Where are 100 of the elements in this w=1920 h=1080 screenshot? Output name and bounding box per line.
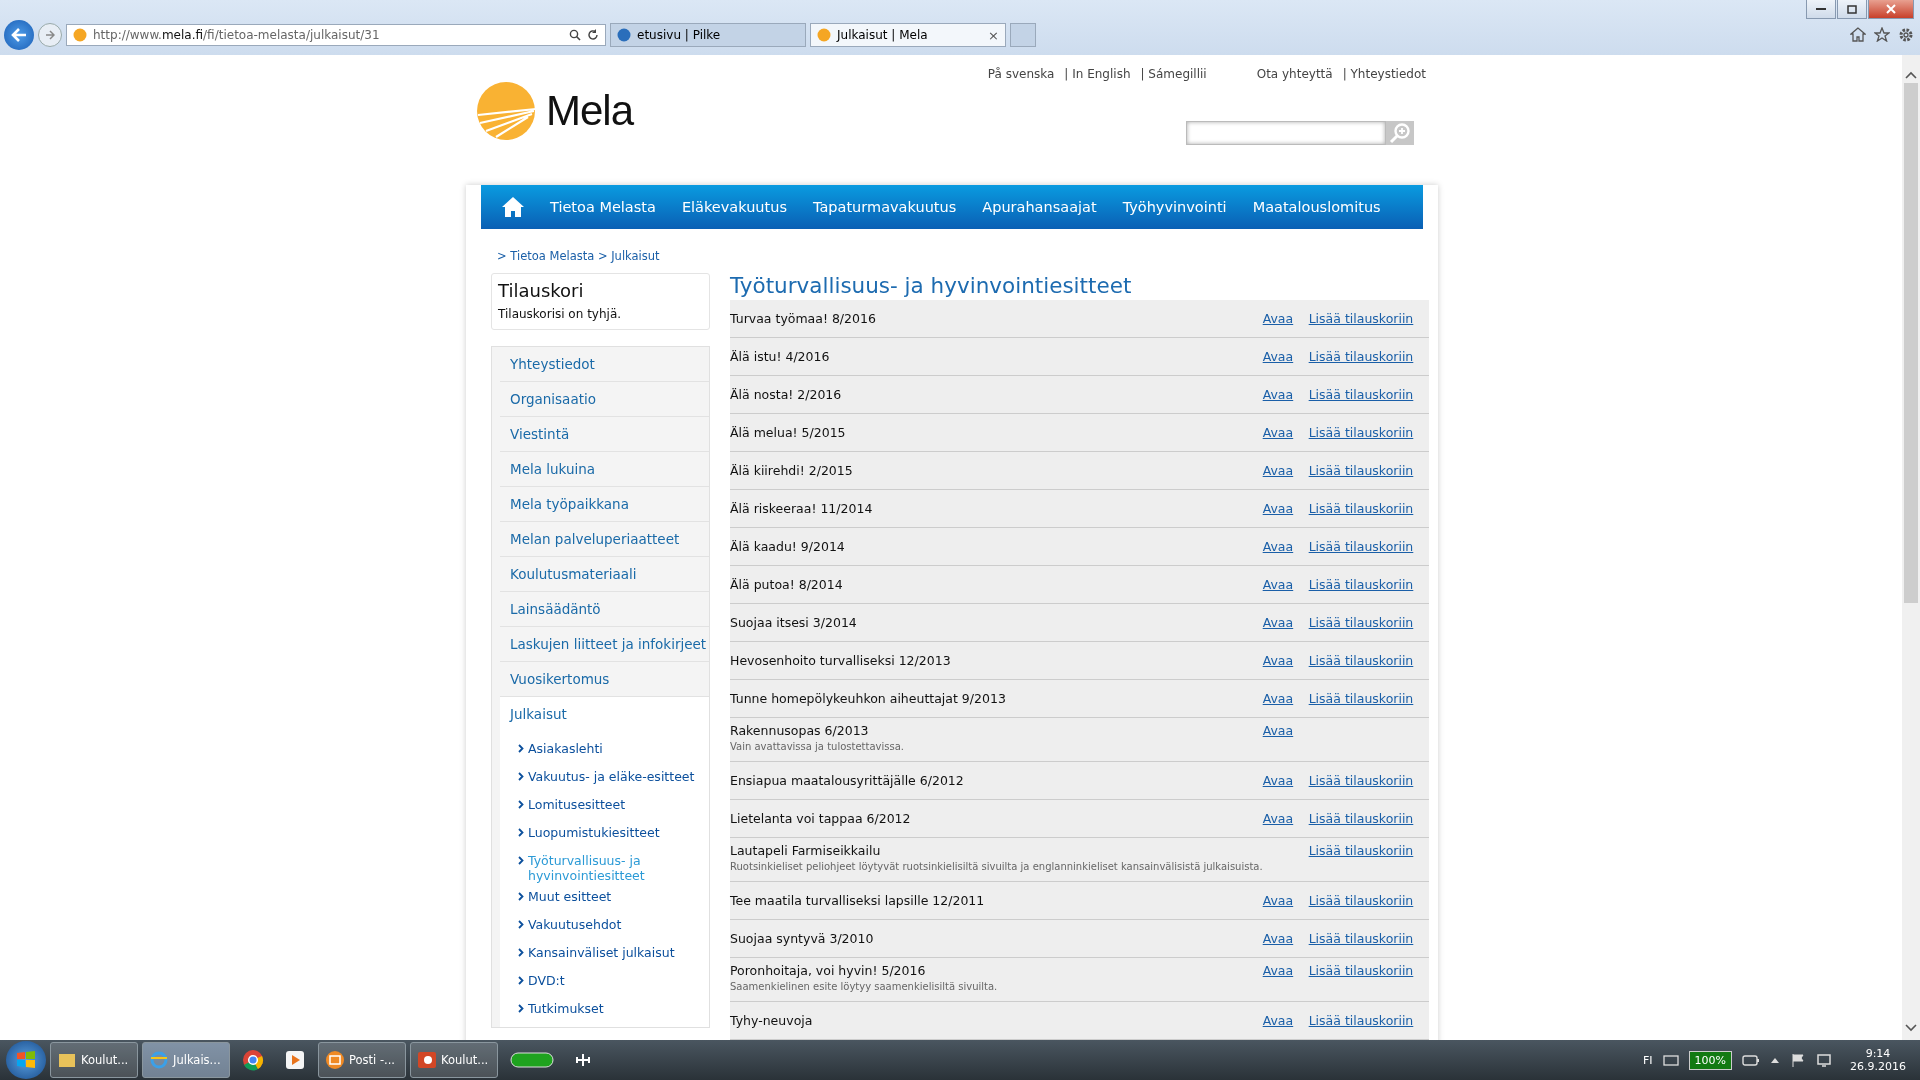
publication-title: Ensiapua maatalousyrittäjälle 6/2012 xyxy=(730,773,965,788)
refresh-icon[interactable] xyxy=(587,29,599,41)
add-to-cart-link[interactable]: Lisää tilauskoriin xyxy=(1308,577,1414,592)
open-link[interactable]: Avaa xyxy=(1262,387,1294,402)
breadcrumb[interactable]: > Tietoa Melasta > Julkaisut xyxy=(497,249,1423,263)
add-to-cart-link[interactable]: Lisää tilauskoriin xyxy=(1308,811,1414,826)
open-link[interactable]: Avaa xyxy=(1262,963,1294,978)
taskbar-button[interactable]: Koulut... xyxy=(410,1042,498,1078)
open-link[interactable]: Avaa xyxy=(1262,539,1294,554)
open-link[interactable]: Avaa xyxy=(1262,893,1294,908)
battery-icon[interactable] xyxy=(1742,1053,1760,1067)
add-to-cart-link[interactable]: Lisää tilauskoriin xyxy=(1308,387,1414,402)
open-link[interactable]: Avaa xyxy=(1262,653,1294,668)
open-link[interactable]: Avaa xyxy=(1262,577,1294,592)
publication-title: Älä istu! 4/2016 xyxy=(730,349,831,364)
close-button[interactable] xyxy=(1868,0,1914,19)
clock-date[interactable]: 26.9.2016 xyxy=(1850,1060,1906,1073)
logo[interactable]: Mela xyxy=(476,80,634,142)
monitor-icon[interactable] xyxy=(1816,1052,1832,1068)
add-to-cart-link[interactable]: Lisää tilauskoriin xyxy=(1308,653,1414,668)
search-icon[interactable] xyxy=(569,29,581,41)
publication-title: Turvaa työmaa! 8/2016 xyxy=(730,311,877,326)
open-link[interactable]: Avaa xyxy=(1262,501,1294,516)
browser-tab[interactable]: Julkaisut | Mela × xyxy=(810,23,1006,47)
contact-link[interactable]: Ota yhteyttä xyxy=(1256,67,1333,81)
home-icon[interactable] xyxy=(1850,27,1866,42)
taskbar-button[interactable]: Posti -... xyxy=(318,1042,406,1078)
search-field[interactable] xyxy=(1186,121,1386,145)
scroll-down-icon[interactable] xyxy=(1905,1024,1917,1032)
add-to-cart-link[interactable]: Lisää tilauskoriin xyxy=(1308,311,1414,326)
start-button[interactable] xyxy=(6,1041,46,1079)
add-to-cart-link[interactable]: Lisää tilauskoriin xyxy=(1308,349,1414,364)
open-link[interactable]: Avaa xyxy=(1262,463,1294,478)
sidebar-subitem[interactable]: Lomitusesitteet xyxy=(518,791,709,819)
sidebar-subitem[interactable]: Vakuutus- ja eläke-esitteet xyxy=(518,763,709,791)
open-link[interactable]: Avaa xyxy=(1262,723,1294,738)
minimize-button[interactable] xyxy=(1806,0,1836,19)
address-bar[interactable]: http://www.mela.fi/fi/tietoa-melasta/julkaisut/31 xyxy=(66,24,606,46)
clock-time[interactable]: 9:14 xyxy=(1865,1047,1891,1060)
windows-logo-icon xyxy=(15,1049,37,1071)
restore-button[interactable] xyxy=(1837,0,1867,19)
taskbar-button[interactable]: Koulut... xyxy=(50,1042,138,1078)
scroll-up-icon[interactable] xyxy=(1905,71,1917,79)
add-to-cart-link[interactable]: Lisää tilauskoriin xyxy=(1308,615,1414,630)
flag-icon[interactable] xyxy=(1790,1052,1806,1068)
add-to-cart-link[interactable]: Lisää tilauskoriin xyxy=(1308,893,1414,908)
open-link[interactable]: Avaa xyxy=(1262,773,1294,788)
add-to-cart-link[interactable]: Lisää tilauskoriin xyxy=(1308,931,1414,946)
open-link[interactable]: Avaa xyxy=(1262,811,1294,826)
add-to-cart-link[interactable]: Lisää tilauskoriin xyxy=(1308,463,1414,478)
browser-tab[interactable]: etusivu | Pilke xyxy=(610,23,806,47)
add-to-cart-link[interactable]: Lisää tilauskoriin xyxy=(1308,773,1414,788)
publication-title: Älä putoa! 8/2014 xyxy=(730,577,844,592)
star-icon[interactable] xyxy=(1874,27,1890,42)
chevron-icon xyxy=(518,920,524,929)
publication-note: Saamenkielinen esite löytyy saamenkielisiltä sivuilta. xyxy=(730,981,999,992)
nav-item[interactable]: Tietoa Melasta xyxy=(537,199,669,215)
contact-link[interactable]: | Yhteystiedot xyxy=(1342,67,1426,81)
add-to-cart-link[interactable]: Lisää tilauskoriin xyxy=(1308,425,1414,440)
nav-item[interactable]: Maatalouslomitus xyxy=(1239,199,1394,215)
close-tab-button[interactable]: × xyxy=(988,27,999,43)
battery-indicator[interactable]: 100% xyxy=(1688,1050,1732,1070)
taskbar-button[interactable]: Julkais... xyxy=(142,1042,230,1078)
settings-icon[interactable] xyxy=(1898,27,1914,43)
sidebar-subitem[interactable]: Luopumistukiesitteet xyxy=(518,819,709,847)
open-link[interactable]: Avaa xyxy=(1262,311,1294,326)
open-link[interactable]: Avaa xyxy=(1262,931,1294,946)
sidebar-subitem[interactable]: Tutkimukset xyxy=(518,995,709,1023)
add-to-cart-link[interactable]: Lisää tilauskoriin xyxy=(1308,963,1414,978)
sidebar-subitem[interactable]: Kansainväliset julkaisut xyxy=(518,939,709,967)
sidebar-subitem[interactable]: Vakuutusehdot xyxy=(518,911,709,939)
close-icon xyxy=(1886,4,1896,14)
add-to-cart-link[interactable]: Lisää tilauskoriin xyxy=(1308,691,1414,706)
add-to-cart-link[interactable]: Lisää tilauskoriin xyxy=(1308,1013,1414,1028)
nav-item[interactable]: Tapaturmavakuutus xyxy=(800,199,970,215)
add-to-cart-link[interactable]: Lisää tilauskoriin xyxy=(1308,501,1414,516)
caret-icon[interactable] xyxy=(1770,1056,1780,1064)
language-link[interactable]: | In English xyxy=(1064,67,1131,81)
language-link[interactable]: | Sámegillii xyxy=(1140,67,1207,81)
publication-title: Poronhoitaja, voi hyvin! 5/2016 xyxy=(730,962,927,978)
nav-item[interactable]: Apurahansaajat xyxy=(969,199,1110,215)
open-link[interactable]: Avaa xyxy=(1262,1013,1294,1028)
add-to-cart-link[interactable]: Lisää tilauskoriin xyxy=(1308,843,1414,858)
sidebar-subitem[interactable]: Muut esitteet xyxy=(518,883,709,911)
open-link[interactable]: Avaa xyxy=(1262,691,1294,706)
nav-item[interactable]: Eläkevakuutus xyxy=(668,199,800,215)
nav-item[interactable]: Työhyvinvointi xyxy=(1109,199,1240,215)
back-button[interactable] xyxy=(4,20,34,50)
chevron-icon xyxy=(518,1004,524,1013)
open-link[interactable]: Avaa xyxy=(1262,425,1294,440)
sidebar-subitem[interactable]: DVD:t xyxy=(518,967,709,995)
add-to-cart-link[interactable]: Lisää tilauskoriin xyxy=(1308,539,1414,554)
open-link[interactable]: Avaa xyxy=(1262,615,1294,630)
sidebar-subitem[interactable]: Asiakaslehti xyxy=(518,735,709,763)
scrollbar[interactable] xyxy=(1902,55,1920,1040)
open-link[interactable]: Avaa xyxy=(1262,349,1294,364)
language-link[interactable]: På svenska xyxy=(987,67,1055,81)
language-indicator[interactable]: FI xyxy=(1643,1053,1653,1067)
sidebar-item[interactable]: Julkaisut xyxy=(500,697,709,731)
sidebar-subitem[interactable]: Työturvallisuus- ja hyvinvointiesitteet xyxy=(518,847,709,883)
